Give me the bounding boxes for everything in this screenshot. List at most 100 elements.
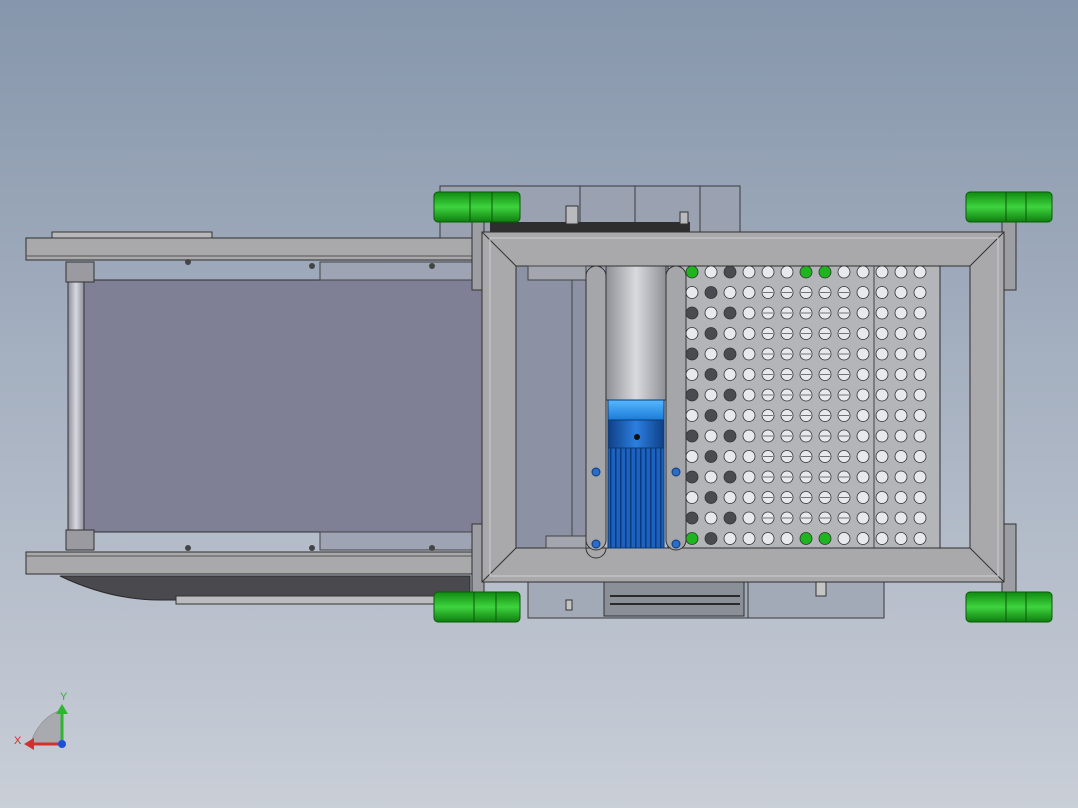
screen-hole: [856, 491, 870, 504]
orientation-triad[interactable]: Y X: [14, 691, 68, 750]
screen-hole: [856, 388, 870, 402]
screen-hole: [818, 265, 832, 279]
screen-hole: [742, 532, 756, 545]
screen-hole: [742, 450, 756, 463]
screen-hole: [704, 388, 718, 402]
screen-hole: [723, 409, 737, 422]
perforated-screen: [667, 265, 941, 549]
screen-hole: [856, 327, 870, 340]
screen-hole: [742, 286, 756, 299]
screen-hole: [742, 491, 756, 504]
screen-hole: [894, 347, 908, 361]
screen-hole: [875, 511, 889, 525]
screen-hole: [913, 532, 927, 545]
screen-hole: [894, 429, 908, 443]
screen-hole: [799, 532, 813, 545]
screen-hole: [685, 511, 699, 525]
screen-hole: [780, 265, 794, 279]
screen-hole: [818, 532, 832, 545]
screen-hole: [704, 286, 718, 299]
screen-hole: [723, 532, 737, 545]
screen-hole: [685, 532, 699, 545]
screen-hole: [894, 306, 908, 320]
screen-hole: [894, 470, 908, 484]
slotted-bar-left: [585, 265, 607, 559]
x-axis-arrowhead: [24, 738, 34, 750]
screen-hole: [856, 511, 870, 525]
screen-hole: [704, 470, 718, 484]
screen-hole: [894, 450, 908, 463]
screen-hole: [913, 429, 927, 443]
drive-motor: [607, 399, 665, 549]
screen-hole: [799, 265, 813, 279]
screen-hole: [704, 265, 718, 279]
screen-hole: [875, 327, 889, 340]
screen-hole: [856, 429, 870, 443]
slotted-bar-right: [665, 265, 687, 551]
screen-hole: [913, 491, 927, 504]
screen-hole: [761, 532, 775, 545]
screen-hole: [704, 532, 718, 545]
cad-graphics-area[interactable]: Y X: [0, 0, 1078, 808]
screen-hole: [780, 532, 794, 545]
screen-hole: [856, 265, 870, 279]
screen-hole: [913, 470, 927, 484]
screen-hole: [685, 429, 699, 443]
screen-hole: [704, 347, 718, 361]
screen-hole: [723, 327, 737, 340]
y-axis-label: Y: [60, 691, 68, 703]
screen-hole: [913, 450, 927, 463]
screen-hole: [837, 532, 851, 545]
screen-hole: [894, 491, 908, 504]
screen-hole: [704, 327, 718, 340]
screen-hole: [704, 306, 718, 320]
screen-hole: [875, 491, 889, 504]
screen-hole: [913, 286, 927, 299]
model-canvas: Y X: [14, 185, 1053, 750]
screen-hole: [704, 368, 718, 381]
screen-hole: [723, 429, 737, 443]
screen-hole: [704, 429, 718, 443]
screen-hole: [856, 368, 870, 381]
screen-hole: [913, 347, 927, 361]
screen-hole: [685, 368, 699, 381]
screen-hole: [875, 265, 889, 279]
screen-hole: [685, 327, 699, 340]
wheel-top-right: [965, 191, 1053, 223]
screen-hole: [742, 347, 756, 361]
x-axis-label: X: [14, 735, 22, 747]
screen-hole: [685, 286, 699, 299]
screen-hole: [875, 347, 889, 361]
screen-hole: [761, 265, 775, 279]
screen-hole: [723, 388, 737, 402]
screen-hole: [894, 265, 908, 279]
screen-hole: [685, 388, 699, 402]
screen-hole: [742, 306, 756, 320]
z-axis-dot: [58, 740, 66, 748]
screen-hole: [856, 532, 870, 545]
screen-hole: [723, 450, 737, 463]
screen-hole: [704, 491, 718, 504]
screen-hole: [856, 450, 870, 463]
screen-hole: [837, 265, 851, 279]
screen-hole: [742, 409, 756, 422]
screen-hole: [723, 511, 737, 525]
screen-hole: [875, 429, 889, 443]
screen-hole: [685, 265, 699, 279]
screen-hole: [913, 409, 927, 422]
screen-hole: [913, 511, 927, 525]
screen-hole: [685, 470, 699, 484]
screen-hole: [913, 306, 927, 320]
screen-hole: [742, 388, 756, 402]
y-axis-arrowhead: [56, 704, 68, 714]
screen-hole: [894, 286, 908, 299]
screen-hole: [685, 450, 699, 463]
screen-hole: [913, 388, 927, 402]
screen-hole: [875, 368, 889, 381]
screen-hole: [742, 511, 756, 525]
screen-hole: [856, 286, 870, 299]
screen-hole: [704, 511, 718, 525]
screen-hole: [742, 429, 756, 443]
screen-hole: [685, 409, 699, 422]
screen-hole: [723, 306, 737, 320]
